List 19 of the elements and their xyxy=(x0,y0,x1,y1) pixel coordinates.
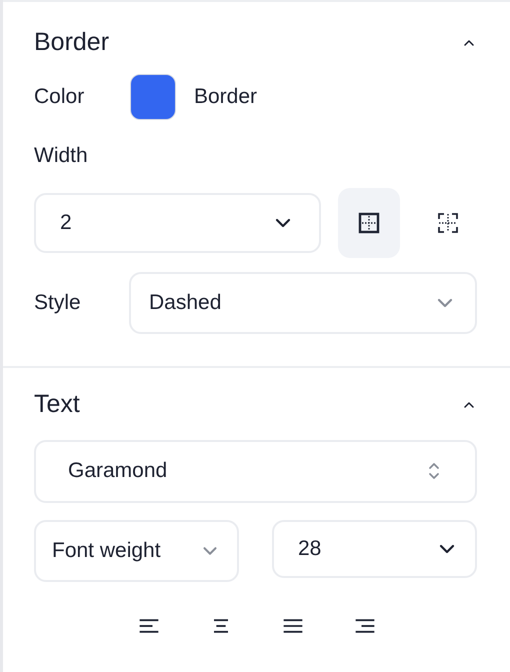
field-label: Style xyxy=(34,290,82,316)
color-name: Border xyxy=(194,84,258,110)
font-select[interactable]: Garamond xyxy=(34,440,477,502)
font-weight-select[interactable]: Font weight xyxy=(34,520,239,582)
section-title: Text xyxy=(34,388,80,420)
field-label: Color xyxy=(34,84,86,110)
width-select[interactable]: 2 xyxy=(34,192,322,252)
field-label: Width xyxy=(34,143,89,169)
sort-icon xyxy=(427,461,441,481)
section-title: Border xyxy=(34,27,110,58)
font-size-select[interactable]: 28 xyxy=(272,520,477,578)
align-justify-icon xyxy=(282,618,302,632)
style-select[interactable]: Dashed xyxy=(129,272,477,334)
color-swatch[interactable] xyxy=(130,74,176,120)
align-right-icon xyxy=(354,618,374,632)
align-left-icon xyxy=(138,618,158,632)
border-inner-icon xyxy=(437,212,460,234)
border-outer-icon xyxy=(358,212,380,234)
border-mode-button[interactable] xyxy=(338,188,400,258)
